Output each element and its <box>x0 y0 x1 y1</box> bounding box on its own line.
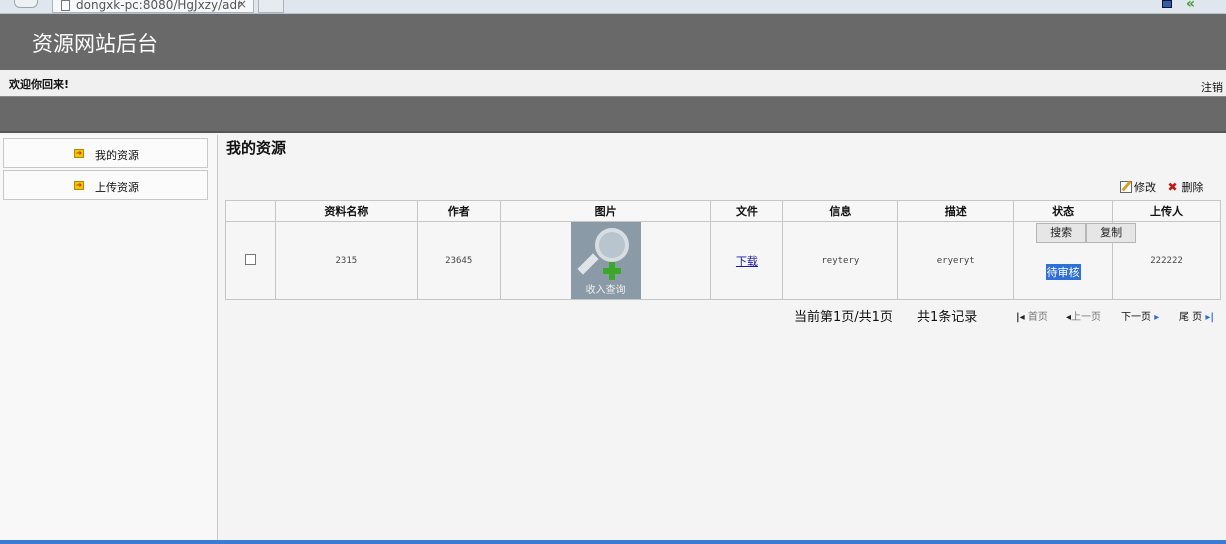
file-cell: 下载 <box>710 221 784 300</box>
edit-button[interactable]: 修改 <box>1134 179 1156 195</box>
last-page-link[interactable]: 尾 页 ▸| <box>1179 308 1214 323</box>
tab-close-icon[interactable]: × <box>237 0 247 11</box>
welcome-text: 欢迎你回来! <box>9 78 70 91</box>
info-cell: reytery <box>782 221 899 300</box>
arrow-right-icon: ➜ <box>74 149 84 158</box>
sidebar: ➜ 我的资源 ➜ 上传资源 <box>0 135 218 544</box>
resource-table: 资料名称 作者 图片 文件 信息 描述 状态 上传人 2315 23645 收入… <box>225 200 1221 300</box>
row-checkbox[interactable] <box>244 253 256 265</box>
search-button[interactable]: 搜索 <box>1036 223 1087 243</box>
thumbnail-caption: 收入查询 <box>585 285 626 296</box>
sidebar-item-upload-resource[interactable]: ➜ 上传资源 <box>3 170 208 200</box>
column-header-select <box>225 200 276 222</box>
sidebar-item-my-resources[interactable]: ➜ 我的资源 <box>3 138 208 168</box>
column-header-info: 信息 <box>782 200 899 222</box>
toolbar-extension-icon[interactable] <box>1162 0 1172 8</box>
first-page-icon: |◂ <box>1016 312 1025 323</box>
next-page-icon: ▸ <box>1154 312 1160 323</box>
next-page-label: 下一页 <box>1121 312 1151 323</box>
status-cell: 搜索 复制 待审核 <box>1013 221 1137 300</box>
logout-link[interactable]: 注销 <box>1201 79 1223 95</box>
toolbar: 修改 ✖ 删除 <box>1120 179 1204 195</box>
column-header-author: 作者 <box>416 200 501 222</box>
next-page-link[interactable]: 下一页 ▸ <box>1121 308 1159 323</box>
first-page-label: 首页 <box>1027 312 1048 323</box>
plus-icon-bar <box>602 268 621 274</box>
status-badge[interactable]: 待审核 <box>1045 263 1081 280</box>
column-header-description: 描述 <box>897 200 1015 222</box>
column-header-status: 状态 <box>1013 200 1114 222</box>
taskbar-edge <box>0 540 1226 544</box>
last-page-icon: ▸| <box>1205 312 1215 323</box>
column-header-name: 资料名称 <box>274 200 418 222</box>
pagination-summary: 当前第1页/共1页 <box>794 310 893 325</box>
resource-thumbnail[interactable]: 收入查询 <box>570 222 641 299</box>
first-page-link[interactable]: |◂ 首页 <box>1016 308 1048 323</box>
prev-page-label: 上一页 <box>1071 312 1102 323</box>
column-header-file: 文件 <box>710 200 784 222</box>
image-cell: 收入查询 <box>499 221 712 300</box>
magnifier-icon <box>594 228 629 262</box>
welcome-bar: 欢迎你回来! 注销 <box>0 70 1226 97</box>
sidebar-item-label: 上传资源 <box>95 181 139 194</box>
site-title: 资源网站后台 <box>32 32 158 56</box>
back-arrow-icon[interactable]: « <box>1186 0 1195 11</box>
select-cell <box>225 221 276 300</box>
table-row: 2315 23645 收入查询 下载 reytery eryeryt 搜索 复制… <box>225 221 1221 300</box>
delete-icon[interactable]: ✖ <box>1168 181 1180 193</box>
edit-icon[interactable] <box>1120 181 1132 193</box>
back-button[interactable] <box>14 0 38 8</box>
header-band <box>0 97 1226 133</box>
browser-tab-bar: dongxk-pc:8080/HgJxzy/adr × « <box>0 0 1226 14</box>
header-banner: 资源网站后台 <box>0 14 1226 70</box>
download-link[interactable]: 下载 <box>736 255 758 268</box>
page-title: 我的资源 <box>226 139 287 157</box>
main-content: 我的资源 修改 ✖ 删除 资料名称 作者 图片 文件 信息 描述 状态 上传人 2… <box>218 135 1226 544</box>
record-count: 共1条记录 <box>917 310 978 325</box>
description-cell: eryeryt <box>897 221 1015 300</box>
tab-title: dongxk-pc:8080/HgJxzy/adr <box>76 0 243 12</box>
sidebar-item-label: 我的资源 <box>95 149 139 162</box>
table-header-row: 资料名称 作者 图片 文件 信息 描述 状态 上传人 <box>225 200 1221 222</box>
column-header-image: 图片 <box>499 200 712 222</box>
browser-tab[interactable]: dongxk-pc:8080/HgJxzy/adr × <box>52 0 254 13</box>
name-cell: 2315 <box>274 221 418 300</box>
delete-button[interactable]: 删除 <box>1182 179 1204 195</box>
magnifier-handle <box>576 253 599 275</box>
last-page-label: 尾 页 <box>1179 312 1203 323</box>
new-tab-button[interactable] <box>258 0 284 13</box>
arrow-right-icon: ➜ <box>74 181 84 190</box>
author-cell: 23645 <box>416 221 501 300</box>
prev-page-link[interactable]: ◂上一页 <box>1066 308 1101 323</box>
page-icon <box>61 0 70 11</box>
copy-button[interactable]: 复制 <box>1086 223 1137 243</box>
column-header-uploader: 上传人 <box>1112 200 1221 222</box>
